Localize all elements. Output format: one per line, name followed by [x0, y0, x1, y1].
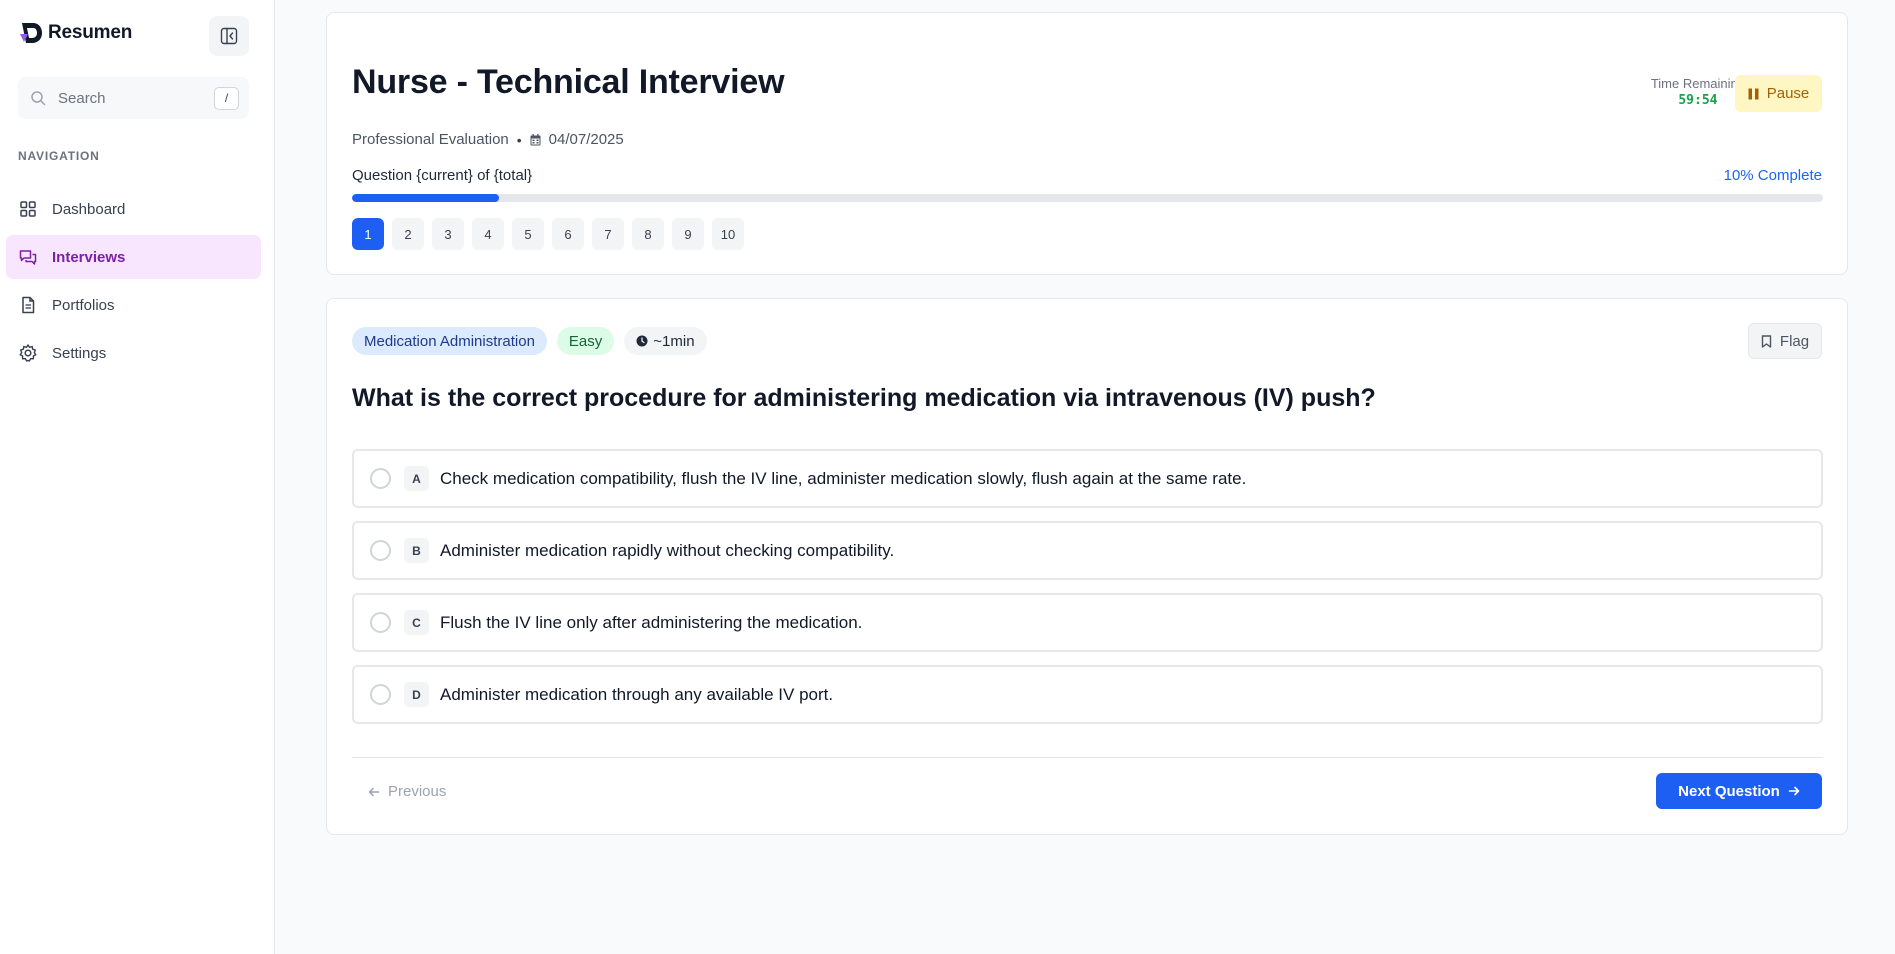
option-letter: D [404, 682, 429, 707]
question-number-1[interactable]: 1 [352, 218, 384, 250]
question-number-4[interactable]: 4 [472, 218, 504, 250]
duration-badge: ~1min [624, 327, 707, 355]
question-number-2[interactable]: 2 [392, 218, 424, 250]
option-letter: A [404, 466, 429, 491]
sidebar-item-dashboard[interactable]: Dashboard [6, 187, 261, 231]
document-icon [22, 296, 35, 314]
clock-icon [636, 335, 648, 347]
question-counter: Question {current} of {total} [352, 167, 533, 184]
timer-value: 59:54 [1678, 93, 1718, 108]
search-box[interactable]: / [18, 77, 249, 119]
sidebar-collapse-icon [220, 27, 238, 45]
radio-button[interactable] [370, 684, 391, 705]
brand-name: Resumen [48, 22, 133, 43]
sidebar-item-label: Settings [52, 344, 107, 362]
answer-option-c[interactable]: C Flush the IV line only after administe… [352, 593, 1823, 652]
progress-bar-fill [352, 194, 500, 202]
sidebar: Resumen / NAVIGATION [0, 0, 275, 954]
flag-label: Flag [1779, 332, 1810, 350]
answer-option-b[interactable]: B Administer medication rapidly without … [352, 521, 1823, 580]
meta-separator: • [516, 131, 522, 148]
answer-options: A Check medication compatibility, flush … [352, 449, 1823, 737]
question-number-9[interactable]: 9 [672, 218, 704, 250]
option-text: Check medication compatibility, flush th… [440, 468, 1247, 488]
sidebar-item-label: Portfolios [52, 296, 115, 314]
interview-category: Professional Evaluation [352, 131, 509, 148]
interview-header-card: Nurse - Technical Interview Professional… [326, 12, 1848, 275]
divider [352, 757, 1823, 758]
search-icon [31, 91, 46, 106]
progress-bar [352, 194, 1823, 202]
sidebar-item-label: Interviews [52, 248, 126, 266]
question-tags: Medication Administration Easy ~1min [352, 327, 707, 355]
question-text: What is the correct procedure for admini… [352, 384, 1376, 412]
radio-button[interactable] [370, 612, 391, 633]
sidebar-item-settings[interactable]: Settings [6, 331, 261, 375]
chat-icon [19, 250, 37, 265]
search-input[interactable] [58, 89, 214, 107]
option-text: Administer medication rapidly without ch… [440, 540, 895, 560]
page-title: Nurse - Technical Interview [352, 63, 785, 101]
question-navigator: 1 2 3 4 5 6 7 8 9 10 [352, 218, 744, 250]
progress-percent: 10% Complete [1723, 167, 1822, 184]
question-number-5[interactable]: 5 [512, 218, 544, 250]
question-number-6[interactable]: 6 [552, 218, 584, 250]
next-question-button[interactable]: Next Question [1656, 773, 1822, 809]
question-card: Medication Administration Easy ~1min Fla… [326, 298, 1848, 835]
previous-button[interactable]: Previous [368, 783, 446, 800]
arrow-right-icon [1788, 786, 1800, 796]
pause-label: Pause [1766, 85, 1810, 102]
difficulty-badge: Easy [556, 327, 615, 355]
dashboard-icon [20, 201, 36, 217]
option-text: Administer medication through any availa… [440, 684, 834, 704]
answer-option-a[interactable]: A Check medication compatibility, flush … [352, 449, 1823, 508]
question-number-7[interactable]: 7 [592, 218, 624, 250]
nav-heading: NAVIGATION [18, 149, 100, 163]
pause-icon [1748, 88, 1759, 99]
pause-button[interactable]: Pause [1735, 75, 1822, 112]
arrow-left-icon [368, 787, 380, 796]
main-content: Nurse - Technical Interview Professional… [275, 0, 1895, 954]
search-shortcut-key: / [214, 86, 239, 110]
interview-date: 04/07/2025 [548, 131, 624, 148]
collapse-sidebar-button[interactable] [209, 16, 249, 56]
question-number-8[interactable]: 8 [632, 218, 664, 250]
brand[interactable]: Resumen [18, 20, 132, 46]
answer-option-d[interactable]: D Administer medication through any avai… [352, 665, 1823, 724]
sidebar-item-portfolios[interactable]: Portfolios [6, 283, 261, 327]
interview-meta: Professional Evaluation • 04/07/2025 [352, 131, 624, 148]
sidebar-item-interviews[interactable]: Interviews [6, 235, 261, 279]
calendar-icon [530, 133, 541, 145]
duration-text: ~1min [653, 332, 695, 350]
next-label: Next Question [1678, 782, 1780, 800]
gear-icon [19, 344, 37, 362]
option-text: Flush the IV line only after administeri… [440, 612, 863, 632]
radio-button[interactable] [370, 540, 391, 561]
timer: Time Remaining 59:54 [1651, 76, 1745, 108]
topic-tag: Medication Administration [352, 327, 547, 355]
app-root: Resumen / NAVIGATION [0, 0, 1895, 954]
bookmark-icon [1761, 334, 1772, 348]
flag-button[interactable]: Flag [1748, 323, 1822, 359]
sidebar-item-label: Dashboard [52, 200, 126, 218]
option-letter: B [404, 538, 429, 563]
sidebar-nav: Dashboard Interviews Portfolios Settings [6, 187, 261, 379]
brand-logo-icon [20, 23, 42, 43]
option-letter: C [404, 610, 429, 635]
question-number-3[interactable]: 3 [432, 218, 464, 250]
radio-button[interactable] [370, 468, 391, 489]
previous-label: Previous [388, 783, 447, 800]
question-number-10[interactable]: 10 [712, 218, 744, 250]
timer-label: Time Remaining [1650, 76, 1745, 91]
